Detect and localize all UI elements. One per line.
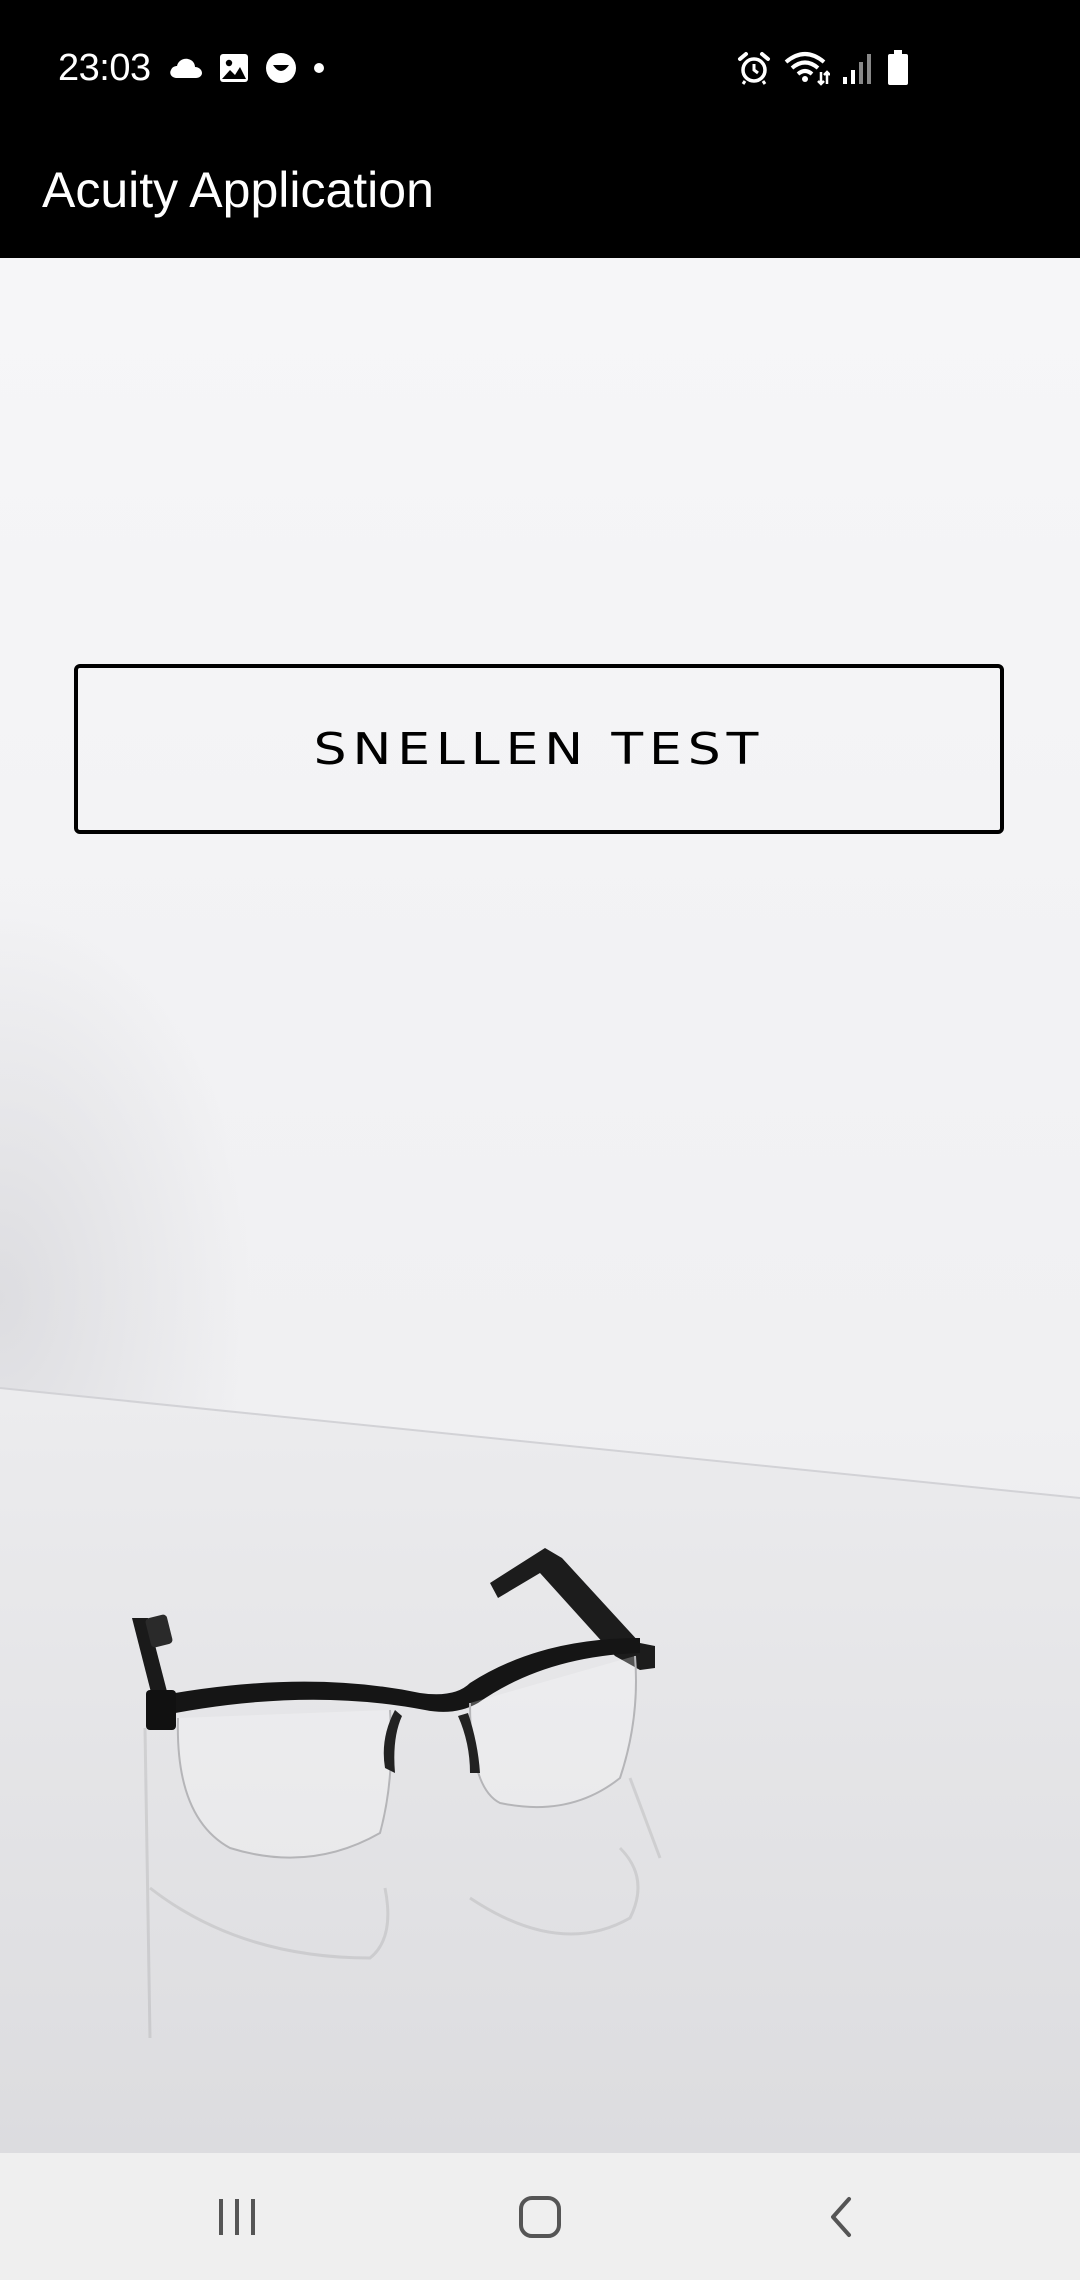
image-icon	[218, 52, 250, 84]
home-icon	[517, 2194, 563, 2240]
recent-apps-icon	[215, 2197, 259, 2237]
app-title: Acuity Application	[42, 162, 434, 218]
home-button[interactable]	[480, 2153, 600, 2280]
cloud-icon	[168, 56, 204, 80]
snellen-test-button-label: SNELLEN TEST	[313, 723, 765, 775]
snellen-test-button[interactable]: SNELLEN TEST	[74, 664, 1004, 834]
signal-icon	[842, 51, 874, 85]
app-bar: Acuity Application	[0, 140, 1080, 258]
eyeglasses-background-image	[0, 258, 1080, 2153]
status-notification-icons	[168, 48, 326, 88]
navigation-bar	[0, 2153, 1080, 2280]
battery-icon	[886, 50, 910, 86]
main-content: SNELLEN TEST	[0, 258, 1080, 2153]
status-system-icons	[736, 48, 910, 88]
back-icon	[825, 2195, 857, 2239]
smiley-icon	[264, 51, 298, 85]
back-button[interactable]	[781, 2153, 901, 2280]
wifi-icon	[784, 50, 830, 86]
recent-apps-button[interactable]	[177, 2153, 297, 2280]
status-bar: 23:03	[0, 0, 1080, 140]
alarm-icon	[736, 50, 772, 86]
dot-icon	[312, 61, 326, 75]
status-time: 23:03	[58, 47, 151, 89]
screen: 23:03 Acuity Application SNELLEN TEST	[0, 0, 1080, 2280]
